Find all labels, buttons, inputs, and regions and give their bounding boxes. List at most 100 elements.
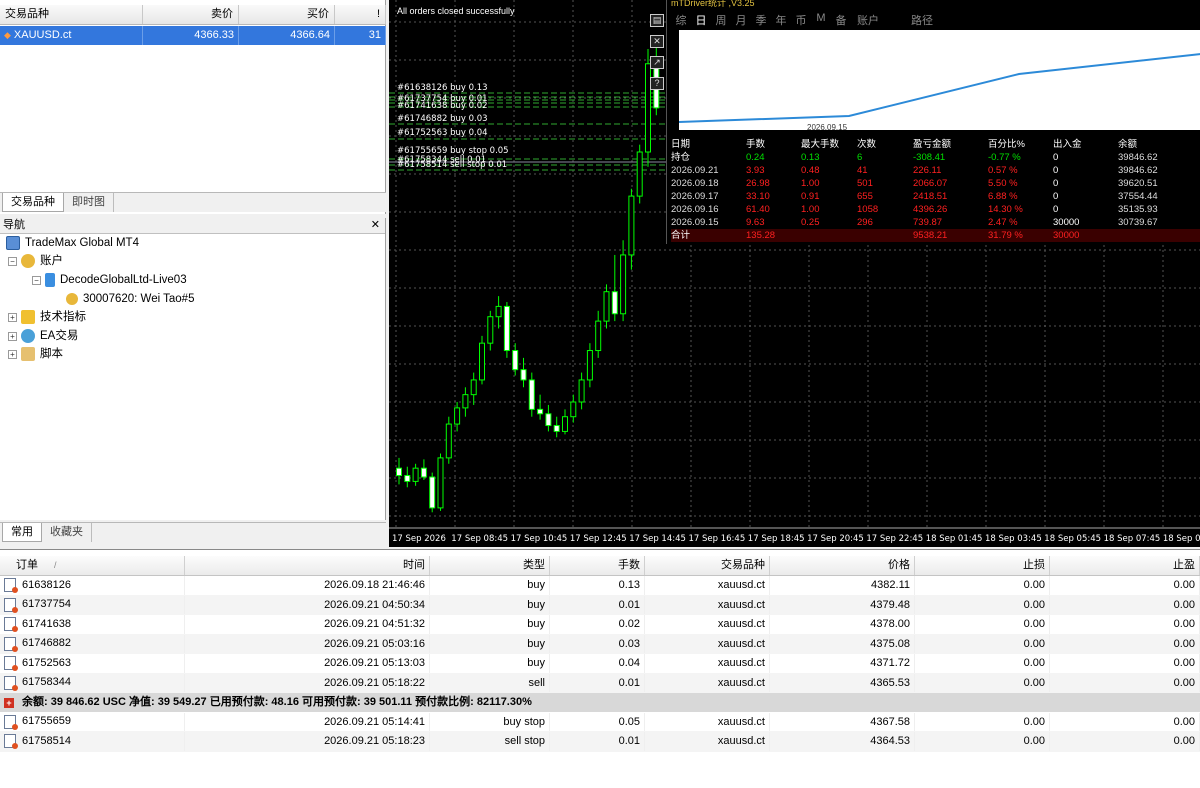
close-icon[interactable]: ✕	[371, 218, 380, 233]
tree-accounts[interactable]: − 账户	[8, 252, 63, 270]
stats-cell: 0	[1053, 165, 1059, 176]
stats-cell: 0.48	[801, 165, 820, 176]
stats-cell: 33.10	[746, 191, 770, 202]
stats-tab[interactable]: 路径	[909, 12, 935, 30]
bid-price: 4366.33	[143, 26, 239, 45]
price-cell: 4367.58	[770, 712, 915, 731]
lots-cell: 0.05	[550, 712, 645, 731]
chart-tool-icon[interactable]: ▤	[650, 14, 664, 27]
col-spread[interactable]: !	[335, 5, 386, 24]
lots-cell: 0.13	[550, 576, 645, 595]
col-order[interactable]: 订单 /	[0, 556, 185, 575]
account-summary: 余额: 39 846.62 USC 净值: 39 549.27 已用预付款: 4…	[22, 696, 532, 708]
tree-server[interactable]: − DecodeGlobalLtd-Live03	[32, 271, 187, 289]
order-icon	[4, 578, 18, 594]
tab-favorites[interactable]: 收藏夹	[42, 523, 92, 542]
tree-root-platform[interactable]: TradeMax Global MT4	[6, 234, 139, 252]
order-row[interactable]: 61741638 2026.09.21 04:51:32 buy 0.02 xauusd…	[0, 615, 1200, 635]
price-cell: 4364.53	[770, 732, 915, 751]
stats-tab[interactable]: M	[815, 12, 827, 30]
stats-cell: 501	[857, 178, 873, 189]
order-row[interactable]: 61752563 2026.09.21 05:13:03 buy 0.04 xauusd…	[0, 654, 1200, 674]
tab-tick-chart[interactable]: 即时图	[64, 193, 114, 212]
close-tool-icon[interactable]: ✕	[650, 35, 664, 48]
tp-cell: 0.00	[1050, 654, 1200, 673]
order-cell: 61755659	[0, 712, 185, 731]
order-row[interactable]: 61758344 2026.09.21 05:18:22 sell 0.01 xauus…	[0, 673, 1200, 693]
time-cell: 2026.09.21 05:03:16	[185, 634, 430, 653]
stats-tab[interactable]: 季	[755, 12, 767, 30]
tab-common[interactable]: 常用	[2, 523, 42, 542]
stats-tab[interactable]	[889, 12, 901, 30]
tree-scripts[interactable]: + 脚本	[8, 345, 63, 363]
stats-tab[interactable]: 日	[695, 12, 707, 30]
help-tool-icon[interactable]: ?	[650, 77, 664, 90]
order-row[interactable]: 61638126 2026.09.18 21:46:46 buy 0.13 xauusd…	[0, 576, 1200, 596]
order-cell: 61638126	[0, 576, 185, 595]
candle-body	[412, 467, 419, 482]
symbol-cell: xauusd.ct	[645, 576, 770, 595]
tree-expert-advisors[interactable]: + EA交易	[8, 327, 78, 345]
stats-cell: 0	[1053, 178, 1059, 189]
stats-cell: 296	[857, 217, 873, 228]
stats-cell: 26.98	[746, 178, 770, 189]
arrow-tool-icon[interactable]: ↗	[650, 56, 664, 69]
col-lots[interactable]: 手数	[550, 556, 645, 575]
account-summary-row: + 余额: 39 846.62 USC 净值: 39 549.27 已用预付款: …	[0, 693, 1200, 712]
stats-tab[interactable]: 综	[675, 12, 687, 30]
stats-cell: 2.47 %	[988, 217, 1018, 228]
collapse-icon[interactable]: −	[32, 275, 41, 285]
tp-cell: 0.00	[1050, 732, 1200, 751]
col-ask[interactable]: 买价	[239, 5, 335, 24]
order-line-label[interactable]: #61758514 sell stop 0.01	[397, 160, 507, 170]
stats-cell: 9538.21	[913, 230, 948, 241]
collapse-icon[interactable]: −	[8, 256, 17, 266]
col-symbol[interactable]: 交易品种	[645, 556, 770, 575]
tp-cell: 0.00	[1050, 615, 1200, 634]
order-row[interactable]: 61755659 2026.09.21 05:14:41 buy stop 0.05 x…	[0, 712, 1200, 732]
stats-tab[interactable]: 备	[835, 12, 847, 30]
order-row[interactable]: 61758514 2026.09.21 05:18:23 sell stop 0.01…	[0, 732, 1200, 752]
stats-tab[interactable]: 账户	[855, 12, 881, 30]
expand-icon[interactable]: +	[8, 331, 17, 341]
order-line-label[interactable]: #61746882 buy 0.03	[397, 114, 488, 124]
candle-body	[396, 467, 402, 477]
order-cell: 61758344	[0, 673, 185, 692]
sl-cell: 0.00	[915, 673, 1050, 692]
col-bid[interactable]: 卖价	[143, 5, 239, 24]
tree-label: TradeMax Global MT4	[25, 237, 139, 249]
stats-tab[interactable]: 周	[715, 12, 727, 30]
stats-cell: 1.00	[801, 178, 820, 189]
col-type[interactable]: 类型	[430, 556, 550, 575]
expand-icon[interactable]: +	[8, 349, 17, 359]
stats-tab[interactable]: 月	[735, 12, 747, 30]
stats-tab[interactable]: 币	[795, 12, 807, 30]
col-label: 订单	[16, 559, 38, 571]
order-line-label[interactable]: #61638126 buy 0.13	[397, 83, 488, 93]
stats-title: mTDriver统计 ,V3.25	[671, 0, 755, 8]
col-price[interactable]: 价格	[770, 556, 915, 575]
tree-indicators[interactable]: + 技术指标	[8, 308, 86, 326]
user-icon	[66, 293, 78, 305]
order-row[interactable]: 61737754 2026.09.21 04:50:34 buy 0.01 xauusd…	[0, 595, 1200, 615]
order-row[interactable]: 61746882 2026.09.21 05:03:16 buy 0.03 xauusd…	[0, 634, 1200, 654]
time-tick-label: 17 Sep 20:45	[807, 534, 864, 544]
stats-cell: 手数	[746, 139, 766, 150]
col-time[interactable]: 时间	[185, 556, 430, 575]
order-line-label[interactable]: #61741638 buy 0.02	[397, 101, 488, 111]
tree-account-login[interactable]: 30007620: Wei Tao#5	[66, 290, 194, 308]
order-id: 61741638	[22, 617, 71, 630]
order-line-label[interactable]: #61752563 buy 0.04	[397, 128, 488, 138]
expand-icon[interactable]: +	[8, 312, 17, 322]
stats-tab[interactable]: 年	[775, 12, 787, 30]
tab-symbols[interactable]: 交易品种	[2, 193, 64, 212]
col-tp[interactable]: 止盈	[1050, 556, 1200, 575]
type-cell: buy	[430, 654, 550, 673]
col-sl[interactable]: 止损	[915, 556, 1050, 575]
time-cell: 2026.09.21 05:13:03	[185, 654, 430, 673]
stats-cell: 39620.51	[1118, 178, 1158, 189]
stats-cell: 百分比%	[988, 139, 1025, 150]
stats-cell: 4396.26	[913, 204, 948, 215]
symbol-row-xauusd[interactable]: ◆ XAUUSD.ct 4366.33 4366.64 31	[0, 26, 386, 45]
col-symbol[interactable]: 交易品种	[0, 5, 143, 24]
